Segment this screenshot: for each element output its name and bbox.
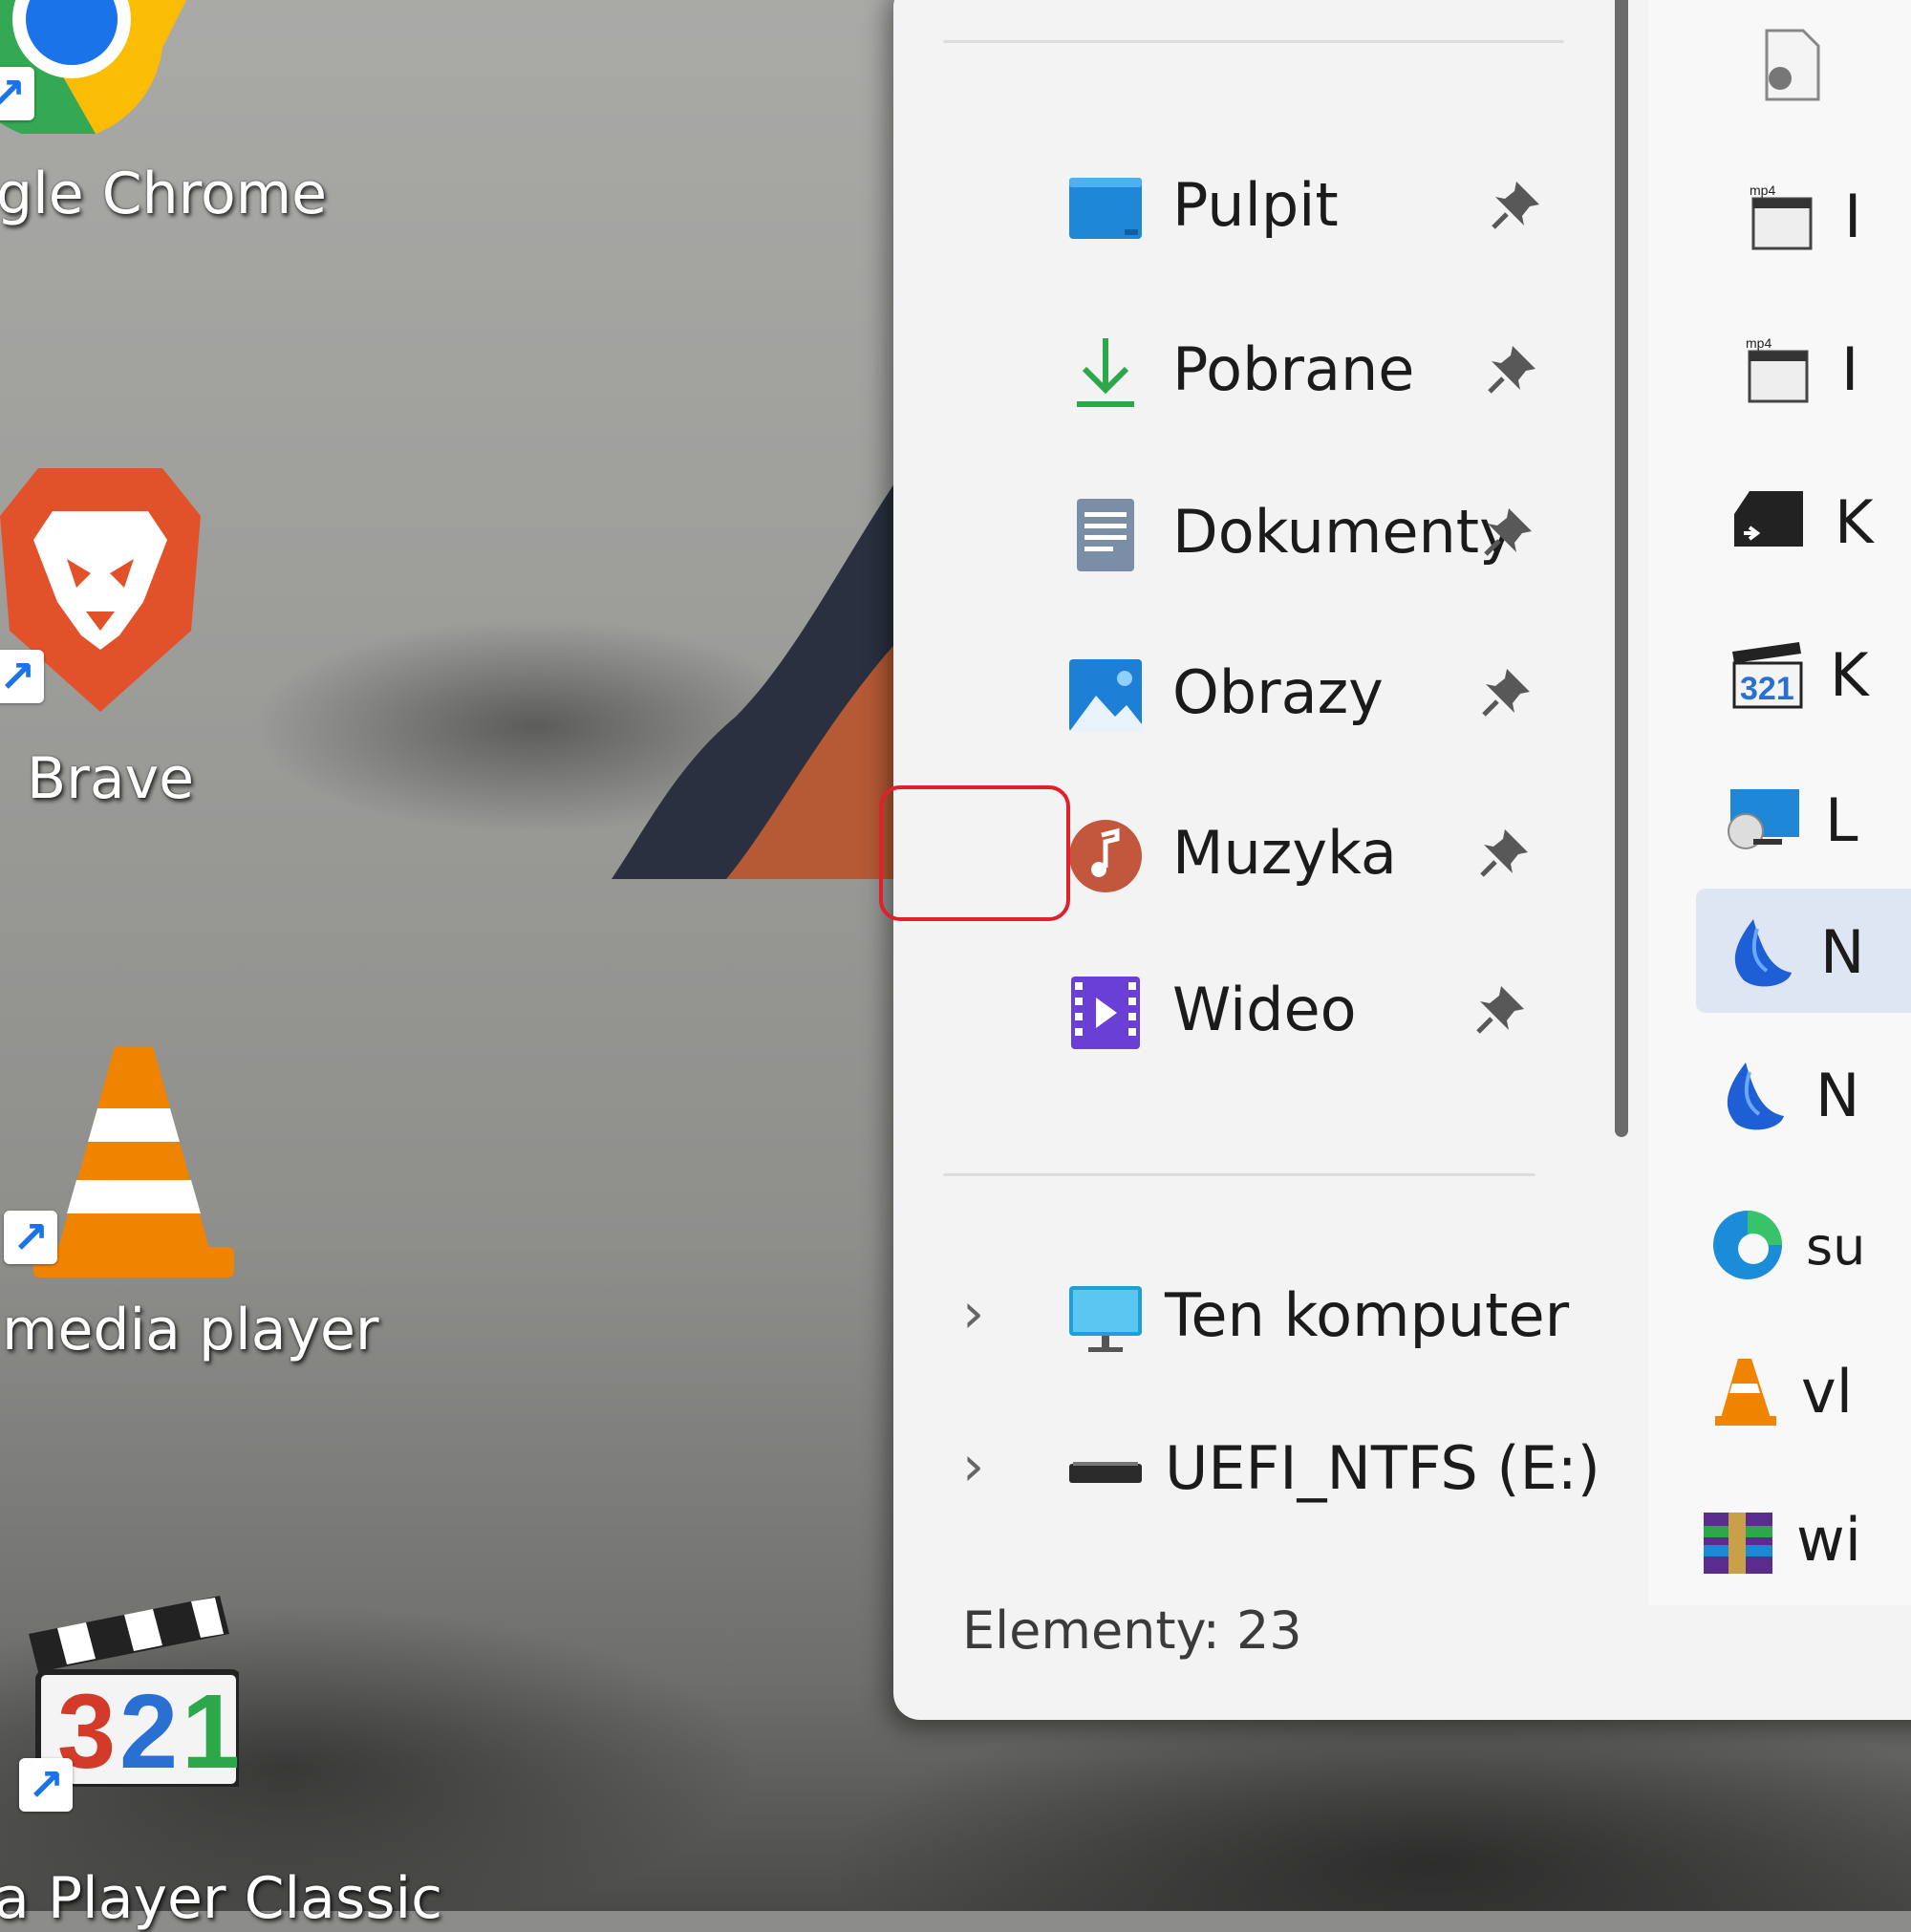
file-name: su bbox=[1806, 1216, 1866, 1277]
file-row[interactable]: N bbox=[1648, 1032, 1911, 1156]
nav-item-dokumenty[interactable]: Dokumenty bbox=[1067, 468, 1564, 592]
desktop-icon-brave[interactable]: ↗ Brave bbox=[0, 468, 287, 822]
chevron-right-icon[interactable]: › bbox=[962, 1280, 984, 1345]
desktop-folder-icon bbox=[1069, 178, 1142, 239]
highlight-annotation-box bbox=[879, 785, 1070, 921]
wallpaper-bird-shape bbox=[612, 478, 898, 879]
file-name: vl bbox=[1801, 1357, 1853, 1427]
desktop-icon-label: Brave bbox=[27, 745, 195, 812]
vlc-icon bbox=[1715, 1359, 1776, 1426]
shortcut-arrow-icon: ↗ bbox=[0, 650, 44, 703]
pictures-icon bbox=[1069, 659, 1142, 732]
file-row[interactable]: wi bbox=[1648, 1476, 1911, 1600]
svg-text:321: 321 bbox=[1740, 671, 1794, 707]
file-row[interactable]: vl bbox=[1648, 1328, 1911, 1452]
file-name: K bbox=[1835, 487, 1874, 557]
file-list-pane: mp4 I mp4 I K 321 K L N N su vl wi bbox=[1648, 0, 1911, 1605]
shortcut-arrow-icon: ↗ bbox=[0, 67, 34, 120]
shortcut-arrow-icon: ↗ bbox=[4, 1211, 57, 1264]
desktop-icon-vlc[interactable]: ↗ media player bbox=[0, 1046, 379, 1363]
desktop-icon-label: a Player Classic bbox=[0, 1865, 443, 1932]
winrar-icon bbox=[1704, 1513, 1772, 1574]
pin-icon[interactable] bbox=[1478, 663, 1535, 720]
file-name: N bbox=[1815, 1061, 1860, 1130]
music-icon bbox=[1069, 820, 1142, 892]
file-name: K bbox=[1830, 640, 1869, 710]
file-name: wi bbox=[1796, 1505, 1861, 1575]
nav-item-obrazy[interactable]: Obrazy bbox=[1067, 629, 1564, 753]
svg-text:mp4: mp4 bbox=[1746, 335, 1771, 351]
file-name: I bbox=[1844, 182, 1862, 251]
blue-drop-icon bbox=[1734, 919, 1792, 987]
nav-item-label: Muzyka bbox=[1172, 818, 1397, 888]
blue-drop-icon bbox=[1727, 1063, 1784, 1130]
app-shortcut-icon bbox=[1734, 491, 1803, 547]
file-row[interactable]: 321 K bbox=[1648, 612, 1911, 736]
mpc-file-icon: 321 bbox=[1732, 642, 1803, 709]
file-row[interactable]: su bbox=[1648, 1180, 1911, 1304]
nav-item-label: Dokumenty bbox=[1172, 497, 1514, 567]
nav-item-ten-komputer[interactable]: › Ten komputer bbox=[962, 1252, 1569, 1376]
nav-pane-scrollbar[interactable] bbox=[1615, 0, 1628, 1137]
nav-item-label: Obrazy bbox=[1172, 657, 1384, 727]
nav-item-label: Ten komputer bbox=[1165, 1280, 1570, 1350]
shortcut-arrow-icon: ↗ bbox=[19, 1758, 73, 1812]
nav-divider bbox=[943, 1173, 1535, 1176]
file-row-selected[interactable]: N bbox=[1696, 889, 1911, 1013]
desktop-icon-label: gle Chrome bbox=[0, 161, 328, 227]
pin-icon[interactable] bbox=[1472, 980, 1530, 1038]
status-bar-item-count: Elementy: 23 bbox=[962, 1600, 1302, 1661]
nav-item-pulpit[interactable]: Pulpit bbox=[1067, 141, 1564, 266]
video-icon bbox=[1071, 977, 1140, 1049]
chevron-right-icon[interactable]: › bbox=[962, 1433, 984, 1498]
file-row[interactable]: L bbox=[1648, 757, 1911, 881]
file-name: N bbox=[1820, 917, 1865, 987]
pin-icon[interactable] bbox=[1488, 176, 1545, 233]
svg-text:2: 2 bbox=[119, 1673, 178, 1787]
file-row[interactable]: mp4 I bbox=[1648, 306, 1911, 430]
nav-item-label: Wideo bbox=[1172, 975, 1357, 1044]
file-row[interactable] bbox=[1648, 0, 1911, 124]
nav-item-label: Pulpit bbox=[1172, 170, 1339, 240]
svg-text:mp4: mp4 bbox=[1750, 182, 1775, 198]
mp4-file-icon: mp4 bbox=[1746, 335, 1809, 403]
file-row[interactable]: mp4 I bbox=[1648, 153, 1911, 277]
file-name: L bbox=[1825, 785, 1858, 855]
nav-item-muzyka[interactable]: Muzyka bbox=[1067, 789, 1564, 913]
desktop-icon-mpc[interactable]: 3 2 1 ↗ a Player Classic bbox=[0, 1596, 442, 1932]
nav-item-uefi-ntfs[interactable]: › UEFI_NTFS (E:) bbox=[962, 1405, 1600, 1529]
edge-icon bbox=[1713, 1211, 1782, 1279]
desktop-icon-chrome[interactable]: ↗ gle Chrome bbox=[0, 0, 344, 248]
monitor-icon bbox=[1069, 1286, 1142, 1352]
nav-item-wideo[interactable]: Wideo bbox=[1067, 946, 1564, 1070]
desktop-icon-label: media player bbox=[2, 1297, 379, 1363]
file-name: I bbox=[1841, 334, 1859, 404]
file-row[interactable]: K bbox=[1648, 459, 1911, 583]
download-arrow-icon bbox=[1077, 338, 1134, 407]
mp4-file-icon: mp4 bbox=[1750, 182, 1813, 250]
pin-icon[interactable] bbox=[1480, 503, 1537, 560]
settings-file-icon bbox=[1765, 29, 1820, 101]
documents-icon bbox=[1077, 499, 1134, 571]
nav-item-label: Pobrane bbox=[1172, 334, 1415, 404]
pin-icon[interactable] bbox=[1476, 824, 1534, 881]
pin-icon[interactable] bbox=[1484, 340, 1541, 397]
nav-item-label: UEFI_NTFS (E:) bbox=[1165, 1433, 1600, 1503]
svg-text:1: 1 bbox=[182, 1673, 239, 1787]
drive-icon bbox=[1069, 1462, 1142, 1483]
nav-divider bbox=[943, 40, 1564, 43]
nav-item-pobrane[interactable]: Pobrane bbox=[1067, 306, 1564, 430]
display-disc-icon bbox=[1728, 789, 1799, 849]
